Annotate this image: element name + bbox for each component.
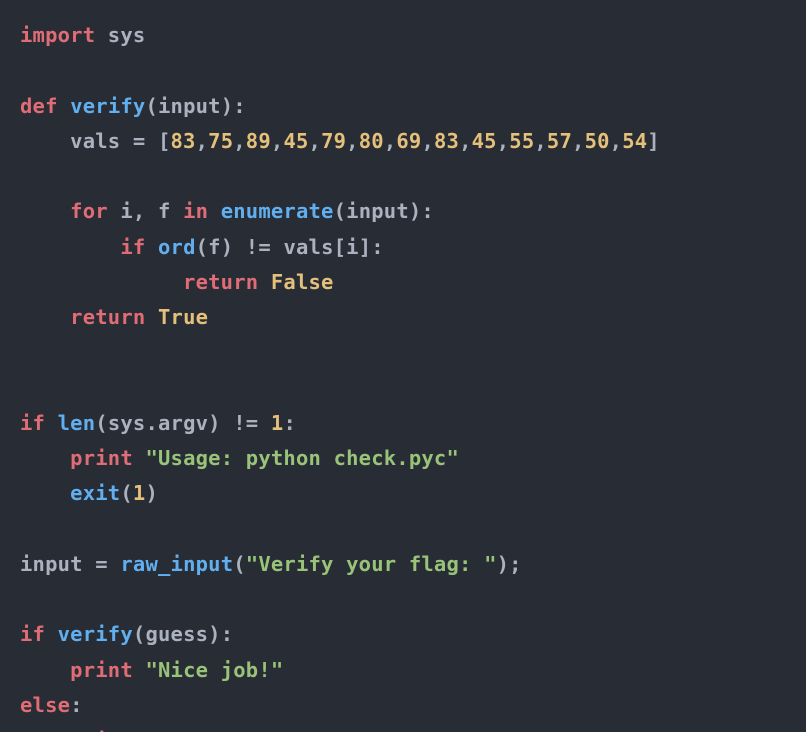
code-line: if verify(guess): — [20, 622, 233, 646]
code-line: print "Hmmmm. No." — [20, 728, 296, 732]
code-line: exit(1) — [20, 481, 158, 505]
code-line: return True — [20, 305, 208, 329]
code-line: return False — [20, 270, 334, 294]
code-line: if len(sys.argv) != 1: — [20, 411, 296, 435]
code-line: print "Nice job!" — [20, 658, 283, 682]
code-line: def verify(input): — [20, 94, 246, 118]
code-block: import sys def verify(input): vals = [83… — [0, 0, 806, 732]
code-line: input = raw_input("Verify your flag: "); — [20, 552, 522, 576]
code-line: vals = [83,75,89,45,79,80,69,83,45,55,57… — [20, 129, 660, 153]
code-line: else: — [20, 693, 83, 717]
code-line: print "Usage: python check.pyc" — [20, 446, 459, 470]
code-line: for i, f in enumerate(input): — [20, 199, 434, 223]
code-line: if ord(f) != vals[i]: — [20, 235, 384, 259]
code-line: import sys — [20, 23, 145, 47]
